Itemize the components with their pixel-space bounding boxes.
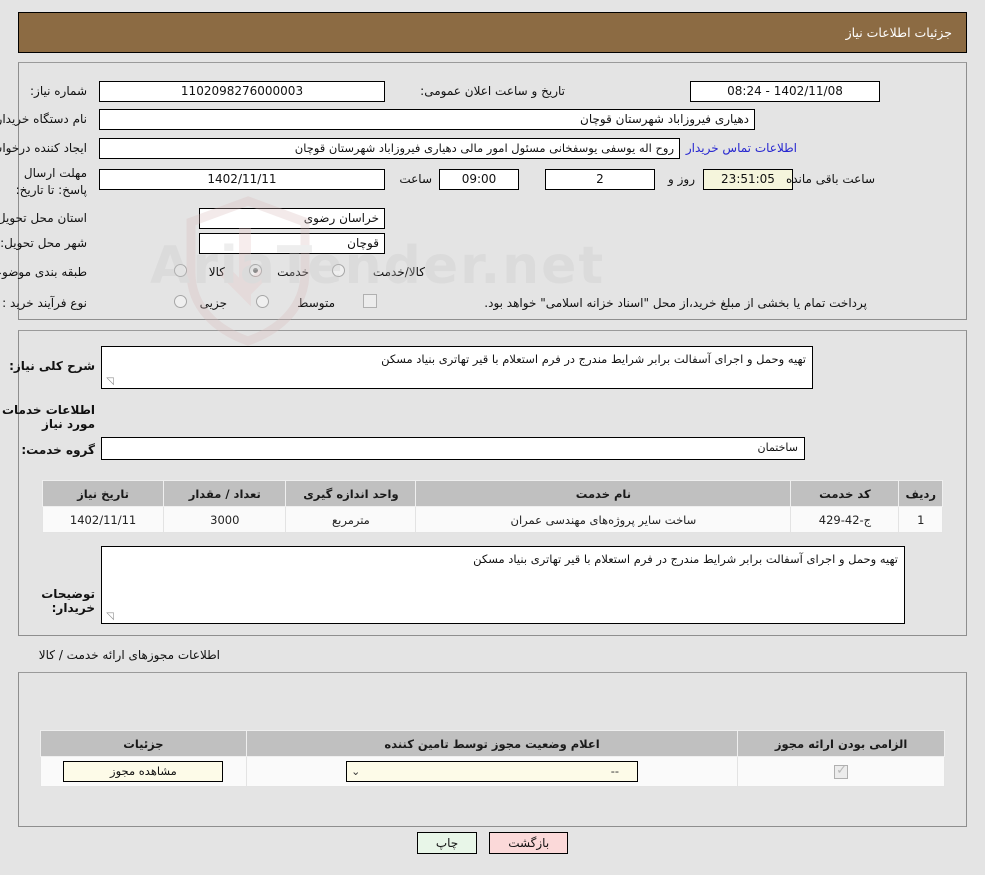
col-radif: ردیف — [898, 480, 943, 507]
page-header: جزئیات اطلاعات نیاز — [18, 12, 967, 53]
cell-unit: مترمربع — [285, 506, 417, 533]
deadline-date-value: 1402/11/11 — [99, 169, 385, 190]
need-number-value: 1102098276000003 — [99, 81, 385, 102]
radio-category-khedmat[interactable] — [249, 264, 262, 277]
treasury-bond-label: پرداخت تمام یا بخشی از مبلغ خرید،از محل … — [484, 296, 867, 310]
cell-permit-status: ⌄ -- — [245, 756, 739, 787]
days-remaining-value: 2 — [545, 169, 655, 190]
radio-category-khedmat-label: خدمت — [277, 265, 309, 279]
table-row: ⌄ -- مشاهده مجوز — [40, 756, 945, 787]
chevron-down-icon: ⌄ — [351, 765, 361, 778]
radio-category-kala-khedmat-label: کالا/خدمت — [372, 265, 425, 279]
buyer-notes-text: تهیه وحمل و اجرای آسفالت برابر شرایط مند… — [473, 552, 898, 566]
view-permit-button[interactable]: مشاهده مجوز — [63, 761, 224, 782]
buyer-notes-label: توضیحات خریدار: — [41, 587, 95, 615]
deadline-label: مهلت ارسال پاسخ: تا تاریخ: — [15, 166, 87, 198]
creator-value: روح اله یوسفی یوسفخانی مسئول امور مالی د… — [99, 138, 680, 159]
print-button[interactable]: چاپ — [416, 832, 478, 854]
col-code: کد خدمت — [790, 480, 900, 507]
province-label: استان محل تحویل: — [0, 211, 87, 225]
col-permit-required: الزامی بودن ارائه مجوز — [737, 730, 945, 757]
hour-value: 09:00 — [439, 169, 519, 190]
need-summary-label: شرح کلی نیاز: — [9, 359, 95, 373]
cell-name: ساخت سایر پروژه‌های مهندسی عمران — [415, 506, 792, 533]
cell-need-date: 1402/11/11 — [41, 506, 165, 533]
col-quantity: تعداد / مقدار — [163, 480, 287, 507]
city-label: شهر محل تحویل: — [0, 236, 87, 250]
services-table: ردیف کد خدمت نام خدمت واحد اندازه گیری ت… — [41, 480, 943, 533]
cell-permit-required — [737, 756, 945, 787]
service-group-value[interactable]: ساختمان — [101, 437, 805, 460]
permits-table-header-row: الزامی بودن ارائه مجوز اعلام وضعیت مجوز … — [40, 730, 945, 757]
radio-purchase-jozei[interactable] — [174, 295, 187, 308]
need-number-label: شماره نیاز: — [30, 84, 87, 98]
col-need-date: تاریخ نیاز — [41, 480, 165, 507]
hour-label: ساعت — [399, 172, 432, 186]
radio-category-kala[interactable] — [174, 264, 187, 277]
permits-section-title: اطلاعات مجوزهای ارائه خدمت / کالا — [38, 648, 220, 662]
announce-value: 1402/11/08 - 08:24 — [690, 81, 880, 102]
back-button[interactable]: بازگشت — [489, 832, 569, 854]
cell-permit-details: مشاهده مجوز — [40, 756, 247, 787]
col-permit-details: جزئیات — [40, 730, 247, 757]
page-title: جزئیات اطلاعات نیاز — [845, 25, 952, 40]
col-permit-status: اعلام وضعیت مجوز توسط تامین کننده — [245, 730, 739, 757]
treasury-bond-checkbox[interactable] — [363, 294, 377, 308]
col-name: نام خدمت — [415, 480, 792, 507]
radio-purchase-motavaset[interactable] — [256, 295, 269, 308]
table-row: 1 ج-42-429 ساخت سایر پروژه‌های مهندسی عم… — [41, 506, 943, 533]
buyer-notes-textarea[interactable]: تهیه وحمل و اجرای آسفالت برابر شرایط مند… — [101, 546, 905, 624]
radio-category-kala-label: کالا — [208, 265, 225, 279]
city-value: قوچان — [199, 233, 385, 254]
permit-required-checkbox — [834, 763, 849, 779]
radio-purchase-motavaset-label: متوسط — [297, 296, 335, 310]
permit-status-value: -- — [610, 764, 620, 778]
days-label: روز و — [668, 172, 695, 186]
cell-quantity: 3000 — [163, 506, 287, 533]
permit-status-select[interactable]: ⌄ -- — [346, 761, 639, 782]
resize-grip-icon-2[interactable]: ◹ — [104, 612, 114, 622]
buyer-org-value: دهیاری فیروزاباد شهرستان قوچان — [99, 109, 755, 130]
buyer-contact-link[interactable]: اطلاعات تماس خریدار — [686, 141, 797, 155]
service-group-text: ساختمان — [757, 441, 798, 454]
category-label: طبقه بندی موضوعی: — [0, 265, 87, 279]
announce-label: تاریخ و ساعت اعلان عمومی: — [420, 84, 565, 98]
radio-category-kala-khedmat[interactable] — [332, 264, 345, 277]
cell-radif: 1 — [898, 506, 943, 533]
radio-purchase-jozei-label: جزیی — [199, 296, 227, 310]
purchase-type-label: نوع فرآیند خرید : — [2, 296, 87, 310]
resize-grip-icon[interactable]: ◹ — [104, 377, 114, 387]
need-summary-text: تهیه وحمل و اجرای آسفالت برابر شرایط مند… — [381, 352, 806, 366]
time-remaining-value: 23:51:05 — [703, 169, 793, 190]
services-section-title: اطلاعات خدمات مورد نیاز — [1, 403, 95, 431]
province-value: خراسان رضوی — [199, 208, 385, 229]
footer-button-bar: بازگشت چاپ — [0, 832, 985, 854]
time-remaining-label: ساعت باقی مانده — [785, 172, 875, 186]
buyer-org-label: نام دستگاه خریدار: — [0, 112, 87, 126]
service-group-label: گروه خدمت: — [21, 443, 95, 457]
page-root: AriaTender.net جزئیات اطلاعات نیاز شماره… — [0, 0, 985, 875]
services-table-header-row: ردیف کد خدمت نام خدمت واحد اندازه گیری ت… — [41, 480, 943, 507]
creator-label: ایجاد کننده درخواست: — [0, 141, 87, 155]
cell-code: ج-42-429 — [790, 506, 900, 533]
permits-table: الزامی بودن ارائه مجوز اعلام وضعیت مجوز … — [40, 730, 945, 787]
col-unit: واحد اندازه گیری — [285, 480, 417, 507]
need-summary-textarea[interactable]: تهیه وحمل و اجرای آسفالت برابر شرایط مند… — [101, 346, 813, 389]
